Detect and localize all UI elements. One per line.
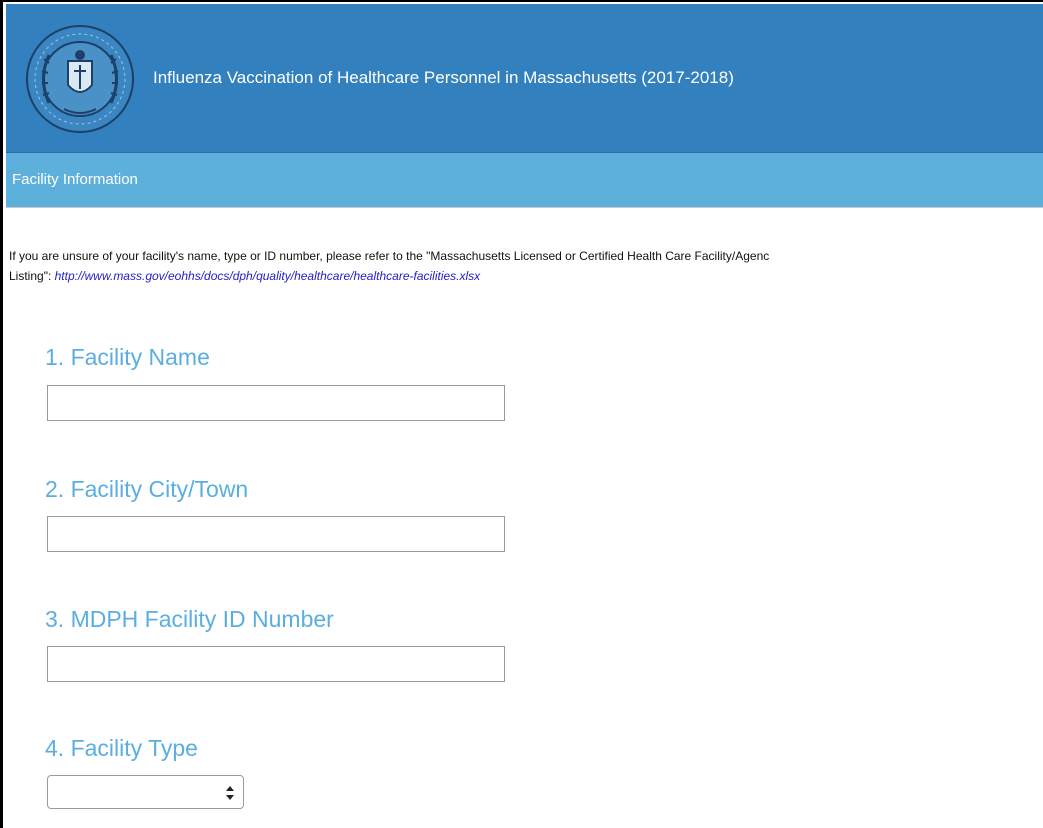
page-title: Influenza Vaccination of Healthcare Pers… bbox=[153, 68, 734, 87]
facility-id-input[interactable] bbox=[47, 646, 505, 682]
intro-text: If you are unsure of your facility's nam… bbox=[9, 246, 1043, 286]
section-header: Facility Information bbox=[6, 153, 1043, 208]
question-label-facility-id: 3. MDPH Facility ID Number bbox=[45, 606, 334, 632]
question-label-facility-city: 2. Facility City/Town bbox=[45, 476, 249, 502]
facility-listing-link[interactable]: http://www.mass.gov/eohhs/docs/dph/quali… bbox=[55, 269, 481, 283]
section-title: Facility Information bbox=[12, 171, 138, 188]
facility-city-input[interactable] bbox=[47, 516, 505, 552]
intro-line-2-prefix: Listing": bbox=[9, 269, 55, 283]
facility-name-input[interactable] bbox=[47, 385, 505, 421]
select-arrows-icon bbox=[225, 785, 235, 801]
intro-line-1: If you are unsure of your facility's nam… bbox=[9, 249, 770, 263]
question-label-facility-type: 4. Facility Type bbox=[45, 735, 198, 761]
question-label-facility-name: 1. Facility Name bbox=[45, 344, 210, 370]
state-seal-icon bbox=[24, 23, 136, 135]
facility-type-select[interactable] bbox=[47, 775, 244, 809]
page-frame: Influenza Vaccination of Healthcare Pers… bbox=[0, 0, 1043, 828]
intro-line-2: Listing": http://www.mass.gov/eohhs/docs… bbox=[9, 266, 1043, 286]
page-header: Influenza Vaccination of Healthcare Pers… bbox=[6, 4, 1043, 153]
